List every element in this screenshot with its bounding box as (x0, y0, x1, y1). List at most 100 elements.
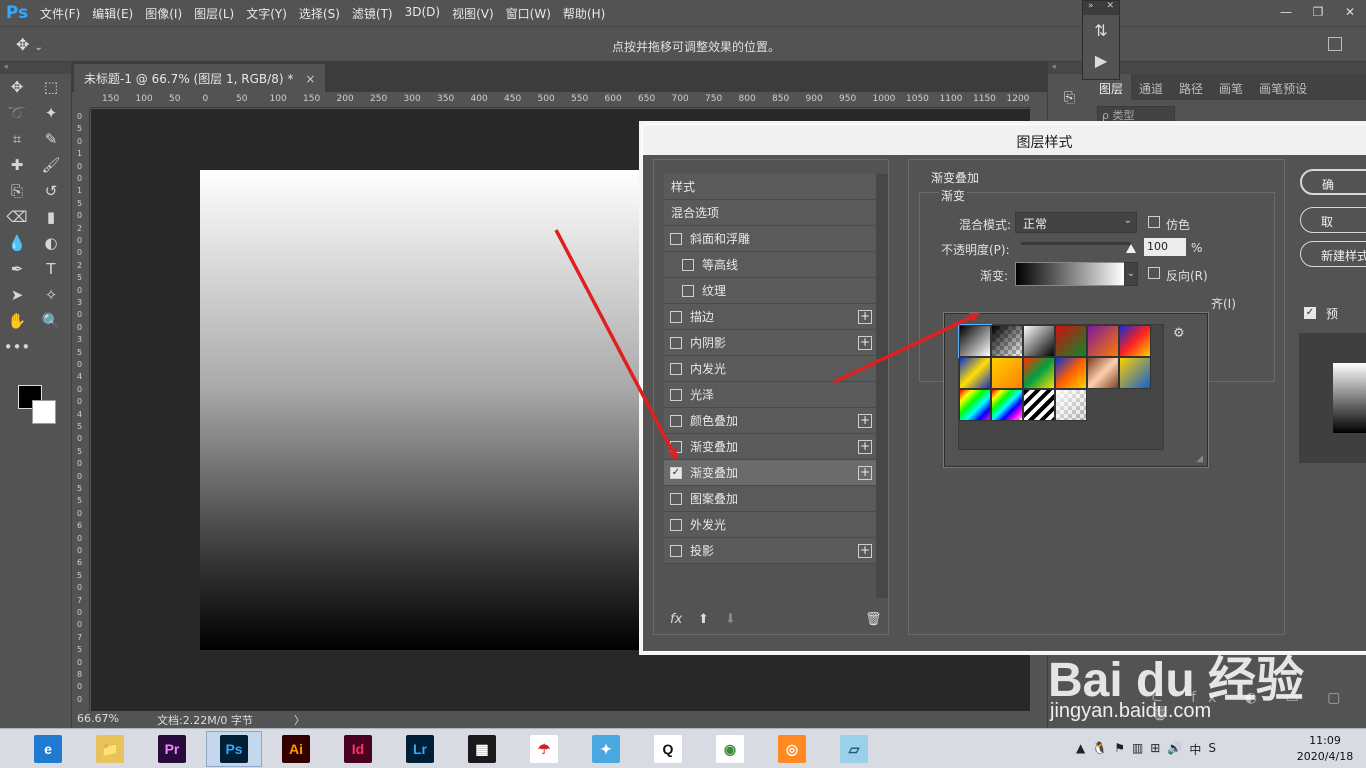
tools-collapse-icon[interactable]: « (0, 62, 71, 74)
menu-item[interactable]: 3D(D) (399, 5, 446, 22)
layers-bottom-icons[interactable]: ⊂ fx ◐ ▭ ▢ 🗑 (1151, 690, 1366, 722)
style-checkbox[interactable] (670, 544, 682, 557)
gradient-swatch[interactable] (959, 357, 991, 389)
close-icon[interactable]: ✕ (1334, 0, 1366, 24)
move-down-icon[interactable]: ⬇ (725, 612, 736, 627)
style-checkbox[interactable] (670, 362, 682, 375)
menu-item[interactable]: 编辑(E) (86, 5, 139, 22)
magic-wand-icon[interactable]: ✦ (34, 100, 68, 126)
gradient-dropdown-icon[interactable]: ⌄ (1124, 262, 1138, 286)
style-item[interactable]: 内阴影 + (664, 330, 876, 356)
horizontal-ruler[interactable]: 150 100 50 0 50 100 150 200 250 300 350 400 450 500 55… (90, 92, 1030, 108)
style-item[interactable]: 描边 + (664, 304, 876, 330)
play-icon[interactable]: ▶ (1083, 45, 1119, 75)
style-item[interactable]: 投影 + (664, 538, 876, 564)
style-checkbox[interactable] (670, 414, 682, 427)
history-brush-icon[interactable]: ↺ (34, 178, 68, 204)
menu-item[interactable]: 滤镜(T) (346, 5, 399, 22)
menu-item[interactable]: 窗口(W) (500, 5, 557, 22)
taskbar-bird-button[interactable]: ✦ (578, 731, 634, 767)
gear-icon[interactable]: ⚙ (1173, 326, 1185, 341)
taskbar-media-button[interactable]: ▦ (454, 731, 510, 767)
taskbar-qq-button[interactable]: Q (640, 731, 696, 767)
gradient-swatch[interactable] (991, 389, 1023, 421)
history-icon[interactable]: ⇅ (1083, 15, 1119, 45)
tab-1[interactable]: 通道 (1131, 74, 1171, 100)
style-item[interactable]: 外发光 (664, 512, 876, 538)
more-tools-icon[interactable]: ••• (0, 334, 34, 360)
gradient-swatch[interactable] (1023, 325, 1055, 357)
tray-icon[interactable]: ⊞ (1150, 741, 1160, 758)
tray-icon[interactable]: 🔊 (1167, 741, 1182, 758)
taskbar-umbrella-button[interactable]: ☂ (516, 731, 572, 767)
style-item[interactable]: 颜色叠加 + (664, 408, 876, 434)
move-tool-option-icon[interactable]: ✥ ⌄ (16, 35, 43, 54)
tray-icon[interactable]: 🐧 (1092, 741, 1107, 758)
move-up-icon[interactable]: ⬆ (698, 612, 709, 627)
taskbar-indesign-button[interactable]: Id (330, 731, 386, 767)
add-effect-icon[interactable]: + (858, 544, 872, 558)
tray-icon[interactable]: S (1208, 741, 1216, 758)
lasso-tool-icon[interactable]: ➰ (0, 100, 34, 126)
blur-tool-icon[interactable]: 💧 (0, 230, 34, 256)
clone-stamp-icon[interactable]: ⎘ (0, 178, 34, 204)
zoom-level[interactable]: 66.67% (77, 712, 119, 725)
style-checkbox[interactable] (682, 258, 694, 271)
menu-item[interactable]: 文件(F) (34, 5, 86, 22)
add-effect-icon[interactable]: + (858, 414, 872, 428)
styles-scrollbar[interactable] (876, 174, 888, 598)
menu-item[interactable]: 图层(L) (188, 5, 240, 22)
taskbar-ie-button[interactable]: e (20, 731, 76, 767)
vertical-ruler[interactable]: 0 5 0 1 0 0 1 5 0 2 0 0 2 5 0 3 0 0 3 5 0 4 0 0 4 5 0 5 0 0 5 5 0 6 0 0 6 5 0 7… (72, 108, 90, 712)
style-checkbox[interactable] (670, 310, 682, 323)
style-checkbox[interactable] (670, 336, 682, 349)
mini-close-icon[interactable]: ✕ (1106, 1, 1114, 15)
style-item[interactable]: 光泽 (664, 382, 876, 408)
tray-icon[interactable]: 中 (1189, 741, 1201, 758)
gradient-swatch[interactable] (991, 325, 1023, 357)
taskbar-notes-button[interactable]: ▱ (826, 731, 882, 767)
taskbar-chrome-button[interactable]: ◉ (702, 731, 758, 767)
dither-checkbox[interactable] (1148, 216, 1160, 228)
move-tool-icon[interactable]: ✥ (0, 74, 34, 100)
layer-filter-input[interactable]: ρ 类型 (1097, 106, 1175, 124)
taskbar-firefox-button[interactable]: ◎ (764, 731, 820, 767)
healing-brush-icon[interactable]: ✚ (0, 152, 34, 178)
stamp-icon[interactable]: ⎘ (1060, 90, 1080, 108)
crop-tool-icon[interactable]: ⌗ (0, 126, 34, 152)
canvas-image[interactable] (200, 170, 652, 650)
opacity-slider-thumb[interactable] (1126, 244, 1136, 253)
add-effect-icon[interactable]: + (858, 336, 872, 350)
status-menu-arrow[interactable]: 〉 (294, 712, 305, 728)
dialog-title-bar[interactable]: 图层样式 (643, 125, 1366, 155)
menu-item[interactable]: 选择(S) (293, 5, 346, 22)
pen-tool-icon[interactable]: ✒ (0, 256, 34, 282)
preview-checkbox[interactable]: ✓ (1304, 307, 1316, 319)
style-checkbox[interactable] (670, 388, 682, 401)
style-item[interactable]: 等高线 (664, 252, 876, 278)
taskbar-explorer-button[interactable]: 📁 (82, 731, 138, 767)
type-tool-icon[interactable]: T (34, 256, 68, 282)
gradient-swatch[interactable] (1023, 389, 1055, 421)
reverse-checkbox[interactable] (1148, 267, 1160, 279)
minimize-icon[interactable]: — (1270, 0, 1302, 24)
gradient-swatch[interactable] (1119, 325, 1151, 357)
gradient-swatch[interactable] (1023, 357, 1055, 389)
eyedropper-icon[interactable]: ✎ (34, 126, 68, 152)
gradient-swatch[interactable] (1087, 357, 1119, 389)
new-style-button[interactable]: 新建样式 (1300, 241, 1366, 267)
tab-4[interactable]: 画笔预设 (1251, 74, 1315, 100)
add-effect-icon[interactable]: + (858, 440, 872, 454)
dodge-tool-icon[interactable]: ◐ (34, 230, 68, 256)
menu-item[interactable]: 视图(V) (446, 5, 500, 22)
path-selection-icon[interactable]: ➤ (0, 282, 34, 308)
style-item[interactable]: 渐变叠加 + (664, 434, 876, 460)
menu-item[interactable]: 文字(Y) (240, 5, 293, 22)
cancel-button[interactable]: 取 (1300, 207, 1366, 233)
restore-icon[interactable]: ❐ (1302, 0, 1334, 24)
gradient-swatch[interactable] (1119, 357, 1151, 389)
background-color-swatch[interactable] (32, 400, 56, 424)
fx-icon[interactable]: fx (670, 612, 682, 627)
gradient-swatch[interactable] (959, 389, 991, 421)
taskbar-premiere-button[interactable]: Pr (144, 731, 200, 767)
